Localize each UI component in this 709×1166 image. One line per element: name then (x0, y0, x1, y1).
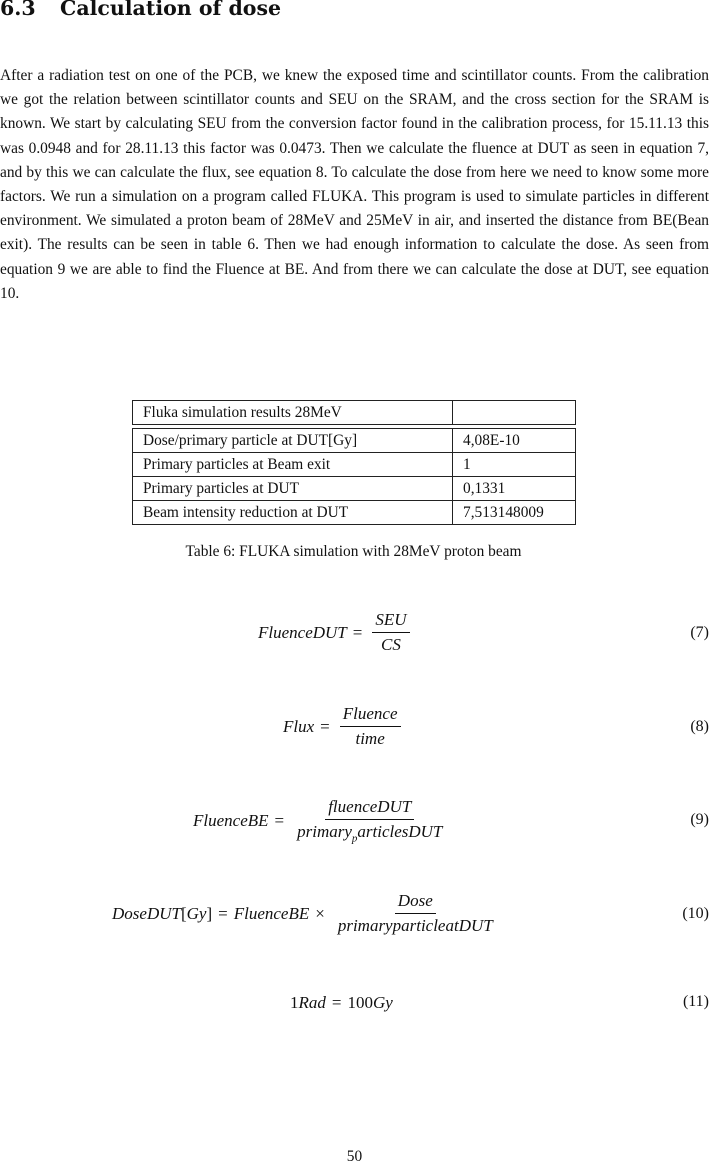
eq7-lhs: FluenceDUT (258, 622, 347, 642)
table-cell-value: 4,08E-10 (453, 428, 576, 453)
eq9-lhs: FluenceBE (193, 810, 269, 830)
eq8-equals: = (320, 716, 330, 736)
table-header-cell: Fluka simulation results 28MeV (132, 400, 453, 425)
table-row: Dose/primary particle at DUT[Gy] 4,08E-1… (132, 428, 576, 453)
eq9-equals: = (274, 810, 285, 830)
eq10-fraction: Dose primaryparticleatDUT (335, 891, 496, 936)
eq10-denominator: primaryparticleatDUT (337, 916, 493, 935)
eq11-lhs-var: Rad (298, 993, 326, 1012)
eq7-fraction: SEU CS (372, 610, 410, 655)
eq11-number: (11) (682, 993, 709, 1010)
table-caption: Table 6: FLUKA simulation with 28MeV pro… (185, 543, 522, 560)
fluka-results-table: Fluka simulation results 28MeV Dose/prim… (132, 400, 576, 525)
body-paragraph: After a radiation test on one of the PCB… (0, 67, 709, 302)
table-cell-label: Primary particles at DUT (132, 477, 453, 501)
eq11-equals: = (331, 993, 342, 1012)
eq8-denominator: time (355, 729, 385, 748)
table-row: Primary particles at DUT 0,1331 (132, 477, 576, 501)
eq10-lhs: DoseDUT (112, 903, 181, 923)
eq10-numerator: Dose (394, 891, 436, 914)
equation-9: FluenceBE = fluenceDUT primaryparticlesD… (0, 797, 709, 847)
eq8-lhs: Flux (283, 716, 315, 736)
section-number: 6.3 (0, 0, 36, 20)
eq10-equals: = (218, 903, 228, 923)
eq10-times: × (315, 903, 325, 923)
table-cell-value: 1 (453, 453, 576, 477)
table-cell-value: 7,513148009 (453, 501, 576, 525)
page-number: 50 (346, 1148, 363, 1165)
eq7-numerator: SEU (372, 610, 410, 633)
section-title: Calculation of dose (60, 0, 282, 20)
table-cell-value: 0,1331 (453, 477, 576, 501)
eq7-equals: = (352, 622, 363, 642)
table-row: Primary particles at Beam exit 1 (132, 453, 576, 477)
equation-11: 1 Rad = 100 Gy (11) (0, 993, 709, 1017)
table-row: Beam intensity reduction at DUT 7,513148… (132, 501, 576, 525)
eq10-fluence-be: FluenceBE (233, 903, 310, 923)
eq7-number: (7) (690, 624, 709, 641)
table-header-cell (453, 400, 576, 425)
eq7-denominator: CS (381, 635, 401, 654)
eq11-lhs-num: 1 (290, 993, 299, 1012)
table-header-row: Fluka simulation results 28MeV (132, 400, 576, 425)
eq8-fraction: Fluence time (339, 704, 401, 749)
eq8-number: (8) (690, 718, 709, 735)
eq8-numerator: Fluence (339, 704, 401, 727)
eq9-fraction: fluenceDUT primaryparticlesDUT (294, 797, 445, 844)
equation-10: DoseDUT[Gy] = FluenceBE × Dose primarypa… (112, 891, 709, 936)
eq11-rhs-var: Gy (372, 993, 393, 1012)
eq9-numerator: fluenceDUT (325, 797, 415, 820)
table-cell-label: Beam intensity reduction at DUT (132, 501, 453, 525)
table-cell-label: Primary particles at Beam exit (132, 453, 453, 477)
eq9-number: (9) (690, 811, 709, 828)
table-cell-label: Dose/primary particle at DUT[Gy] (132, 428, 453, 453)
section-heading: 6.3 Calculation of dose (0, 0, 281, 20)
equation-8: Flux = Fluence time (8) (0, 704, 709, 754)
eq11-rhs-num: 100 (347, 993, 373, 1012)
eq9-denominator: primaryparticlesDUT (297, 822, 443, 845)
eq10-number: (10) (682, 905, 709, 922)
equation-7: FluenceDUT = SEU CS (7) (0, 610, 709, 660)
